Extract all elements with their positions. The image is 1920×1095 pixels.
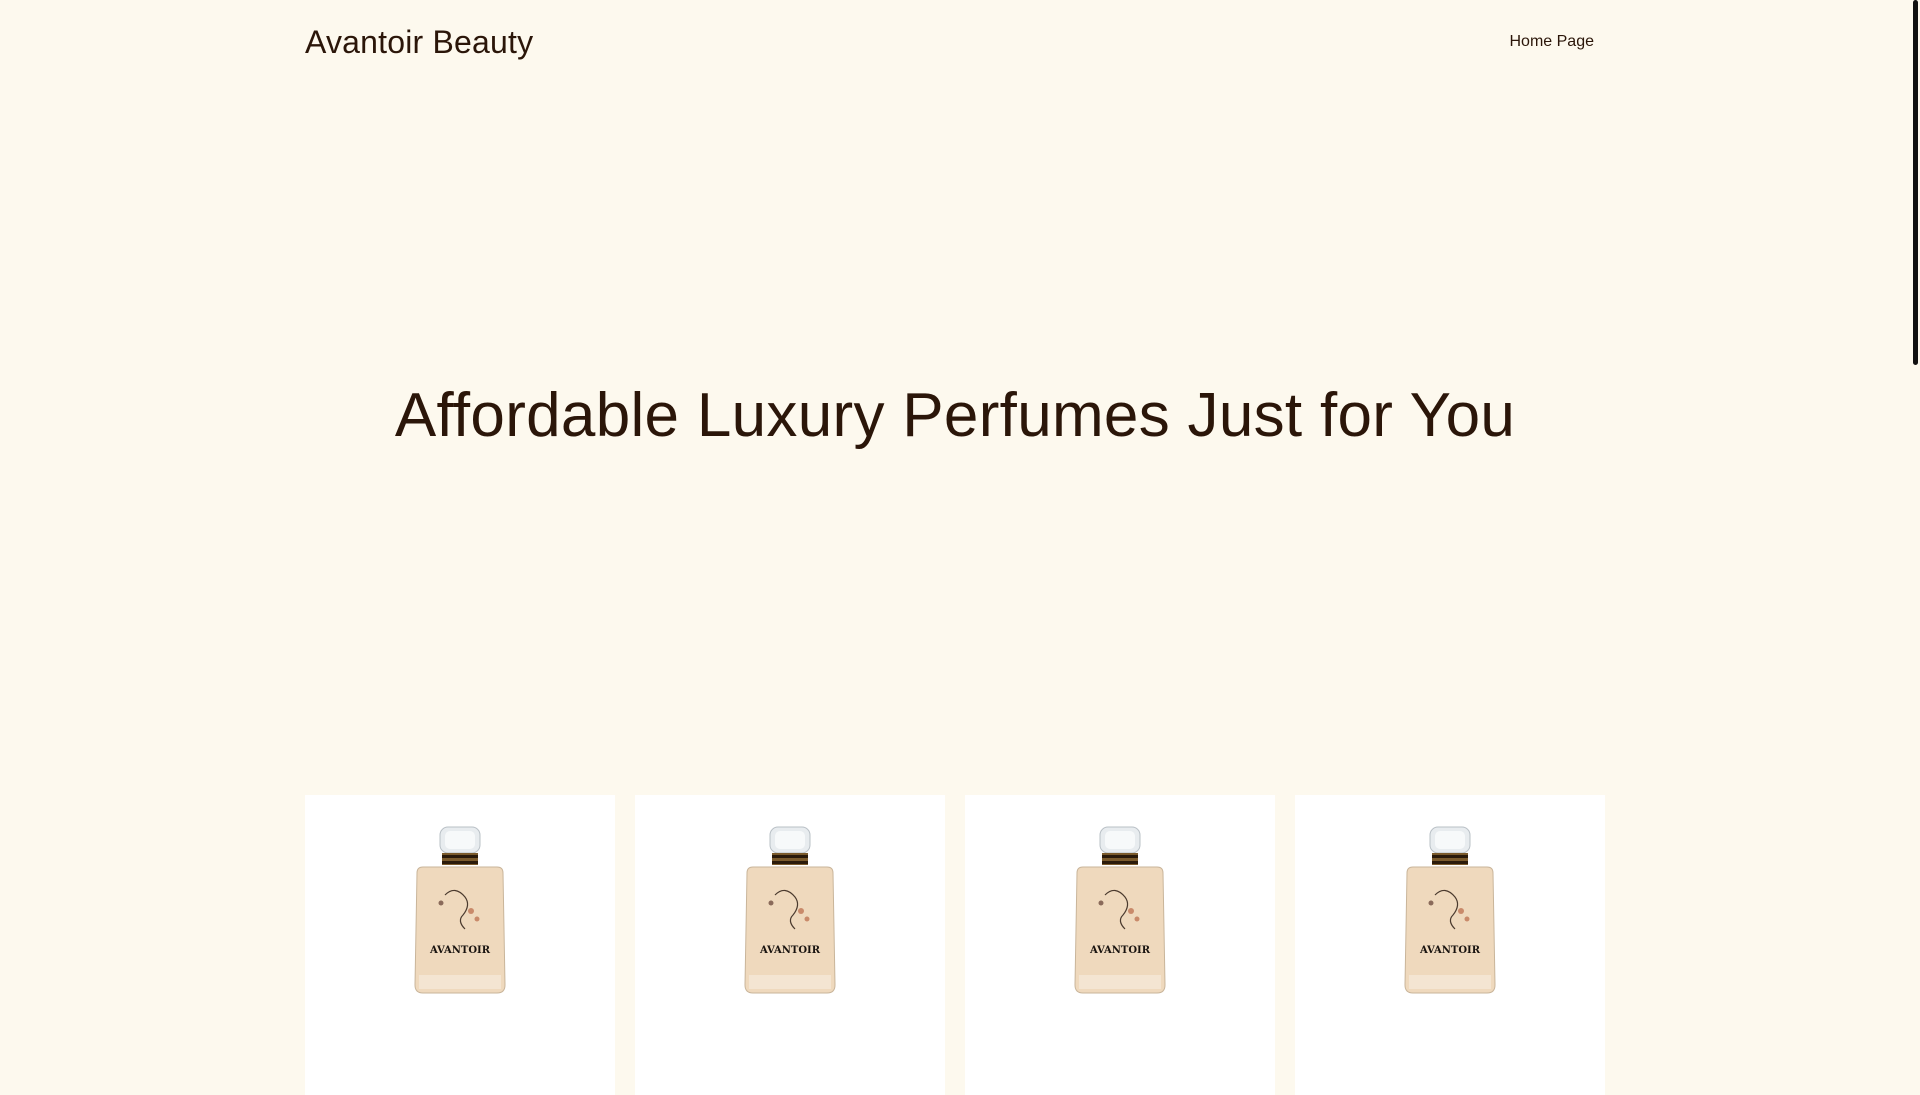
perfume-bottle-image: AVANTOIR <box>744 826 836 994</box>
product-card[interactable]: AVANTOIR <box>1295 795 1605 1095</box>
bottle-brand-label: AVANTOIR <box>759 945 821 956</box>
product-grid: AVANTOIR AVANTOIR AVANTOIR AVANTOIR <box>305 795 1605 1095</box>
bottle-brand-label: AVANTOIR <box>1089 945 1151 956</box>
vertical-scrollbar[interactable] <box>1910 0 1920 1080</box>
perfume-bottle-image: AVANTOIR <box>1074 826 1166 994</box>
hero-heading: Affordable Luxury Perfumes Just for You <box>394 381 1516 450</box>
page: Avantoir Beauty Home Page Affordable Lux… <box>0 0 1910 1095</box>
bottle-brand-label: AVANTOIR <box>429 945 491 956</box>
product-card[interactable]: AVANTOIR <box>305 795 615 1095</box>
site-title-link[interactable]: Avantoir Beauty <box>305 24 533 61</box>
nav-home-link[interactable]: Home Page <box>1510 33 1595 50</box>
site-header: Avantoir Beauty Home Page <box>305 20 1595 64</box>
perfume-bottle-image: AVANTOIR <box>414 826 506 994</box>
product-card[interactable]: AVANTOIR <box>635 795 945 1095</box>
bottle-brand-label: AVANTOIR <box>1419 945 1481 956</box>
scrollbar-thumb[interactable] <box>1913 0 1918 365</box>
main-nav: Home Page <box>1510 33 1596 51</box>
product-card[interactable]: AVANTOIR <box>965 795 1275 1095</box>
perfume-bottle-image: AVANTOIR <box>1404 826 1496 994</box>
hero-section: Affordable Luxury Perfumes Just for You <box>0 380 1910 451</box>
